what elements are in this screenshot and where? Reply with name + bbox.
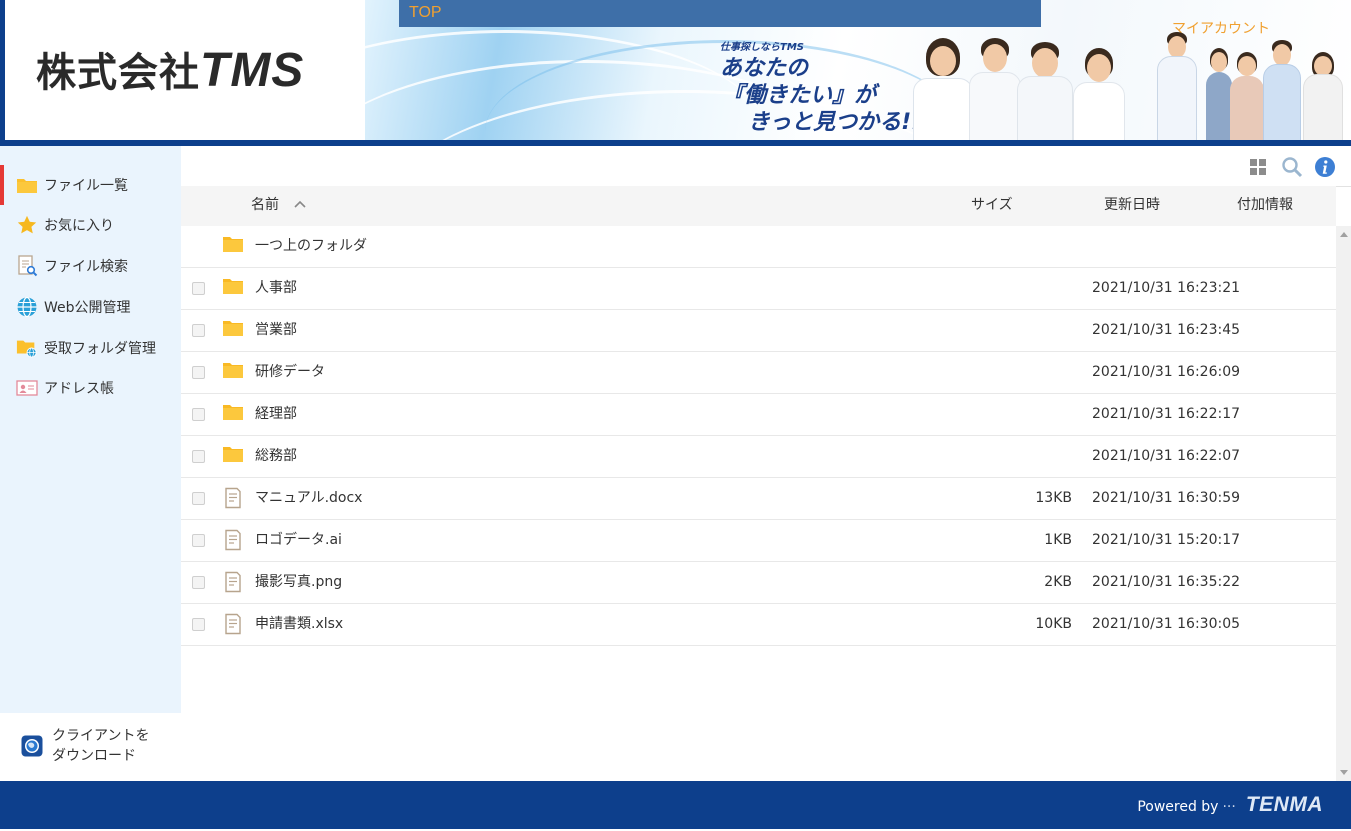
row-date: 2021/10/31 16:30:05 <box>1092 616 1241 632</box>
row-checkbox[interactable] <box>192 366 205 379</box>
search-icon[interactable] <box>1281 156 1303 178</box>
row-name[interactable]: 研修データ <box>255 352 325 392</box>
row-date: 2021/10/31 16:22:17 <box>1092 406 1241 422</box>
row-date: 2021/10/31 16:26:09 <box>1092 364 1241 380</box>
row-name[interactable]: 総務部 <box>255 436 297 476</box>
folder-icon <box>222 319 244 341</box>
sidebar-item-file-search[interactable]: ファイル検索 <box>0 246 181 286</box>
sidebar-item-receive-folder[interactable]: 受取フォルダ管理 <box>0 328 181 368</box>
row-date: 2021/10/31 16:22:07 <box>1092 448 1241 464</box>
tenma-logo: TENMA <box>1245 793 1323 816</box>
folder-icon <box>222 277 244 299</box>
row-name[interactable]: 申請書類.xlsx <box>255 604 343 644</box>
row-name[interactable]: ロゴデータ.ai <box>255 520 342 560</box>
info-icon[interactable] <box>1314 156 1336 178</box>
app-footer: Powered by ··· TENMA <box>0 781 1351 829</box>
document-icon <box>222 487 244 509</box>
table-row[interactable]: マニュアル.docx 13KB 2021/10/31 16:30:59 <box>181 478 1336 520</box>
document-icon <box>222 571 244 593</box>
folder-icon <box>16 174 38 196</box>
row-date: 2021/10/31 16:35:22 <box>1092 574 1241 590</box>
row-checkbox[interactable] <box>192 450 205 463</box>
row-date: 2021/10/31 15:20:17 <box>1092 532 1241 548</box>
star-icon <box>16 214 38 236</box>
grid-view-icon[interactable] <box>1247 156 1269 178</box>
vertical-scrollbar[interactable] <box>1336 226 1351 781</box>
table-row[interactable]: 申請書類.xlsx 10KB 2021/10/31 16:30:05 <box>181 604 1336 646</box>
parent-folder-label[interactable]: 一つ上のフォルダ <box>255 226 367 266</box>
row-checkbox[interactable] <box>192 534 205 547</box>
column-header-date[interactable]: 更新日時 <box>1104 186 1160 224</box>
row-size: 13KB <box>1035 490 1072 506</box>
banner-catchphrase: 仕事探しならTMS あなたの 『働きたい』が きっと見つかる!! <box>720 42 922 135</box>
table-row[interactable]: 総務部 2021/10/31 16:22:07 <box>181 436 1336 478</box>
row-name[interactable]: 営業部 <box>255 310 297 350</box>
column-header-name[interactable]: 名前 <box>251 186 307 224</box>
download-client-button[interactable]: クライアントを ダウンロード <box>0 713 181 781</box>
row-name[interactable]: 経理部 <box>255 394 297 434</box>
client-download-icon <box>21 735 43 761</box>
scroll-down-arrow-icon[interactable] <box>1340 770 1348 775</box>
scroll-up-arrow-icon[interactable] <box>1340 232 1348 237</box>
row-date: 2021/10/31 16:23:21 <box>1092 280 1241 296</box>
table-row[interactable]: 営業部 2021/10/31 16:23:45 <box>181 310 1336 352</box>
folder-icon <box>222 235 244 257</box>
globe-icon <box>16 296 38 318</box>
row-checkbox[interactable] <box>192 282 205 295</box>
table-row[interactable]: 経理部 2021/10/31 16:22:17 <box>181 394 1336 436</box>
table-row[interactable]: 撮影写真.png 2KB 2021/10/31 16:35:22 <box>181 562 1336 604</box>
row-size: 10KB <box>1035 616 1072 632</box>
row-checkbox[interactable] <box>192 408 205 421</box>
address-card-icon <box>16 377 38 399</box>
download-client-label-line2: ダウンロード <box>52 748 136 764</box>
row-checkbox[interactable] <box>192 492 205 505</box>
row-date: 2021/10/31 16:30:59 <box>1092 490 1241 506</box>
row-size: 1KB <box>1044 532 1072 548</box>
table-row[interactable]: 人事部 2021/10/31 16:23:21 <box>181 268 1336 310</box>
sort-ascending-icon <box>293 186 307 224</box>
folder-icon <box>222 445 244 467</box>
sidebar-item-address-book[interactable]: アドレス帳 <box>0 368 181 408</box>
folder-icon <box>222 403 244 425</box>
sidebar-item-web-publish[interactable]: Web公開管理 <box>0 287 181 327</box>
powered-by: Powered by ··· TENMA <box>1137 793 1323 816</box>
row-checkbox[interactable] <box>192 576 205 589</box>
row-checkbox[interactable] <box>192 618 205 631</box>
document-icon <box>222 529 244 551</box>
table-row[interactable]: ロゴデータ.ai 1KB 2021/10/31 15:20:17 <box>181 520 1336 562</box>
row-date: 2021/10/31 16:23:45 <box>1092 322 1241 338</box>
company-logo[interactable]: 株式会社TMS <box>36 40 304 98</box>
row-name[interactable]: 撮影写真.png <box>255 562 342 602</box>
table-row[interactable]: 研修データ 2021/10/31 16:26:09 <box>181 352 1336 394</box>
document-icon <box>222 613 244 635</box>
main-toolbar <box>181 146 1351 187</box>
sidebar: ファイル一覧 お気に入り ファイル検索 Web公開管理 受取フォルダ管理 アドレ… <box>0 146 181 781</box>
parent-folder-row[interactable]: 一つ上のフォルダ <box>181 226 1336 268</box>
folder-icon <box>222 361 244 383</box>
sidebar-item-file-list[interactable]: ファイル一覧 <box>0 165 181 205</box>
row-size: 2KB <box>1044 574 1072 590</box>
app-header: 株式会社TMS TOP マイアカウント 仕事探しならTMS あなたの 『働きたい… <box>0 0 1351 146</box>
column-header-extra[interactable]: 付加情報 <box>1237 186 1293 224</box>
row-name[interactable]: 人事部 <box>255 268 297 308</box>
file-list: 一つ上のフォルダ 人事部 2021/10/31 16:23:21 営業部 2021/1… <box>181 226 1336 646</box>
row-name[interactable]: マニュアル.docx <box>255 478 362 518</box>
file-table-header: 名前 サイズ 更新日時 付加情報 <box>181 186 1336 227</box>
column-header-size[interactable]: サイズ <box>971 186 1013 224</box>
file-search-icon <box>16 255 38 277</box>
top-nav-link[interactable]: TOP <box>399 0 1041 27</box>
sidebar-item-favorites[interactable]: お気に入り <box>0 205 181 245</box>
row-checkbox[interactable] <box>192 324 205 337</box>
download-client-label-line1: クライアントを <box>52 728 150 744</box>
folder-globe-icon <box>16 337 38 359</box>
